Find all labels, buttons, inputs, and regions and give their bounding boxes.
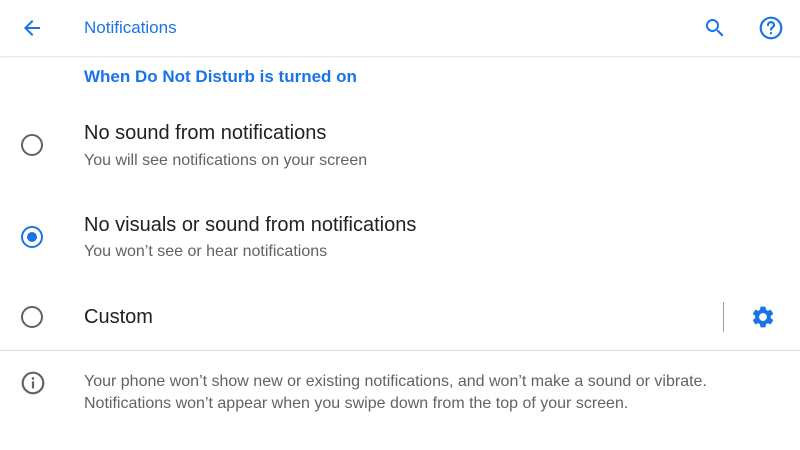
radio-selected-icon[interactable] xyxy=(20,225,44,249)
option-custom[interactable]: Custom xyxy=(0,290,800,346)
option-summary: You won’t see or hear notifications xyxy=(84,243,328,260)
footer-info-text: Your phone won’t show new or existing no… xyxy=(84,373,707,412)
option-title: No visuals or sound from notifications xyxy=(84,214,417,236)
app-bar: Notifications xyxy=(0,0,800,56)
vertical-divider xyxy=(723,302,724,332)
option-no-sound[interactable]: No sound from notifications You will see… xyxy=(0,110,800,190)
info-icon xyxy=(20,370,46,396)
gear-icon[interactable] xyxy=(749,303,777,331)
search-icon[interactable] xyxy=(701,14,729,42)
option-no-visuals-or-sound[interactable]: No visuals or sound from notifications Y… xyxy=(0,200,800,280)
divider xyxy=(0,350,800,351)
option-title: No sound from notifications xyxy=(84,122,327,144)
radio-unselected-icon[interactable] xyxy=(20,133,44,157)
back-arrow-icon[interactable] xyxy=(18,14,46,42)
page-title: Notifications xyxy=(84,18,177,37)
option-title: Custom xyxy=(84,306,153,328)
option-summary: You will see notifications on your scree… xyxy=(84,152,368,169)
help-icon[interactable] xyxy=(757,14,785,42)
radio-unselected-icon[interactable] xyxy=(20,305,44,329)
section-header: When Do Not Disturb is turned on xyxy=(84,67,357,86)
